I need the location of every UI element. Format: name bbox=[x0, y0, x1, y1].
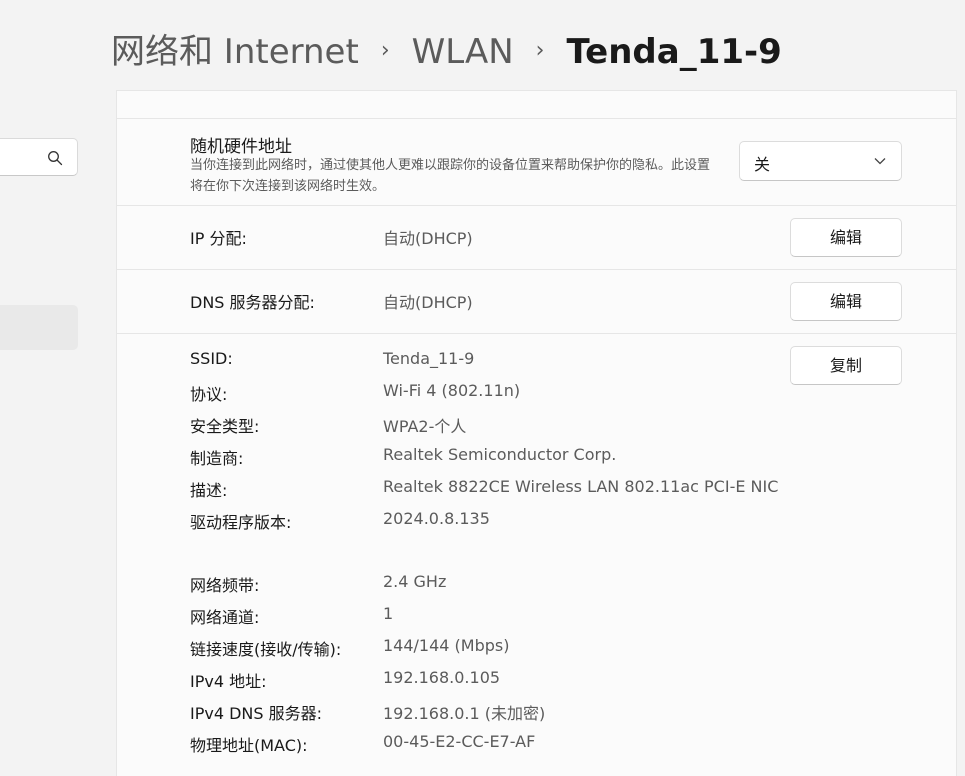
prop-value: Wi-Fi 4 (802.11n) bbox=[383, 381, 521, 400]
prop-value: WPA2-个人 bbox=[383, 417, 467, 436]
dns-assignment-value: 自动(DHCP) bbox=[383, 293, 473, 312]
prop-label: 安全类型: bbox=[190, 417, 260, 436]
chevron-right-icon: › bbox=[380, 38, 390, 63]
prop-value: 2024.0.8.135 bbox=[383, 509, 490, 528]
prop-value: 144/144 (Mbps) bbox=[383, 636, 510, 655]
dropdown-selected-value: 关 bbox=[754, 155, 771, 174]
search-input[interactable] bbox=[0, 138, 78, 176]
prop-label: SSID: bbox=[190, 349, 233, 368]
prop-label: 链接速度(接收/传输): bbox=[190, 640, 342, 659]
copy-button[interactable]: 复制 bbox=[790, 346, 902, 385]
breadcrumb: 网络和 Internet › WLAN › Tenda_11-9 bbox=[111, 30, 782, 74]
search-icon[interactable] bbox=[47, 150, 63, 166]
ip-assignment-label: IP 分配: bbox=[190, 229, 247, 248]
breadcrumb-network-internet[interactable]: 网络和 Internet bbox=[111, 30, 359, 74]
prop-value: Tenda_11-9 bbox=[383, 349, 475, 368]
prop-value: Realtek 8822CE Wireless LAN 802.11ac PCI… bbox=[383, 477, 779, 496]
prop-label: 制造商: bbox=[190, 449, 244, 468]
prop-value: 2.4 GHz bbox=[383, 572, 447, 591]
edit-ip-button[interactable]: 编辑 bbox=[790, 218, 902, 257]
prop-value: 1 bbox=[383, 604, 394, 623]
prop-label: 网络通道: bbox=[190, 608, 260, 627]
prop-label: 描述: bbox=[190, 481, 228, 500]
breadcrumb-wlan[interactable]: WLAN bbox=[412, 30, 514, 74]
sidebar-item-selected[interactable] bbox=[0, 305, 78, 350]
card-row-top bbox=[117, 91, 956, 119]
prop-value: Realtek Semiconductor Corp. bbox=[383, 445, 617, 464]
dns-assignment-label: DNS 服务器分配: bbox=[190, 293, 315, 312]
ip-assignment-row: IP 分配: 自动(DHCP) 编辑 bbox=[117, 206, 956, 270]
prop-label: 驱动程序版本: bbox=[190, 513, 292, 532]
prop-label: IPv4 DNS 服务器: bbox=[190, 704, 323, 723]
prop-value: 00-45-E2-CC-E7-AF bbox=[383, 732, 536, 751]
chevron-down-icon bbox=[874, 158, 886, 165]
prop-label: IPv4 地址: bbox=[190, 672, 267, 691]
ip-assignment-value: 自动(DHCP) bbox=[383, 229, 473, 248]
random-mac-description: 当你连接到此网络时，通过使其他人更难以跟踪你的设备位置来帮助保护你的隐私。此设置… bbox=[190, 158, 711, 194]
page-title: Tenda_11-9 bbox=[566, 32, 782, 72]
dns-assignment-row: DNS 服务器分配: 自动(DHCP) 编辑 bbox=[117, 270, 956, 334]
random-mac-row: 随机硬件地址 当你连接到此网络时，通过使其他人更难以跟踪你的设备位置来帮助保护你… bbox=[117, 119, 956, 206]
prop-label: 网络频带: bbox=[190, 576, 260, 595]
prop-label: 物理地址(MAC): bbox=[190, 736, 308, 755]
random-mac-title: 随机硬件地址 bbox=[190, 137, 292, 157]
network-properties-card: 随机硬件地址 当你连接到此网络时，通过使其他人更难以跟踪你的设备位置来帮助保护你… bbox=[116, 90, 957, 776]
prop-value: 192.168.0.1 (未加密) bbox=[383, 704, 546, 723]
settings-window: 网络和 Internet › WLAN › Tenda_11-9 随机硬件地址 … bbox=[0, 0, 965, 776]
edit-dns-button[interactable]: 编辑 bbox=[790, 282, 902, 321]
prop-value: 192.168.0.105 bbox=[383, 668, 501, 687]
random-mac-dropdown[interactable]: 关 bbox=[739, 141, 902, 181]
properties-section: 复制 SSID: Tenda_11-9 协议: Wi-Fi 4 (802.11n… bbox=[117, 334, 956, 776]
chevron-right-icon: › bbox=[535, 38, 545, 63]
prop-label: 协议: bbox=[190, 385, 228, 404]
